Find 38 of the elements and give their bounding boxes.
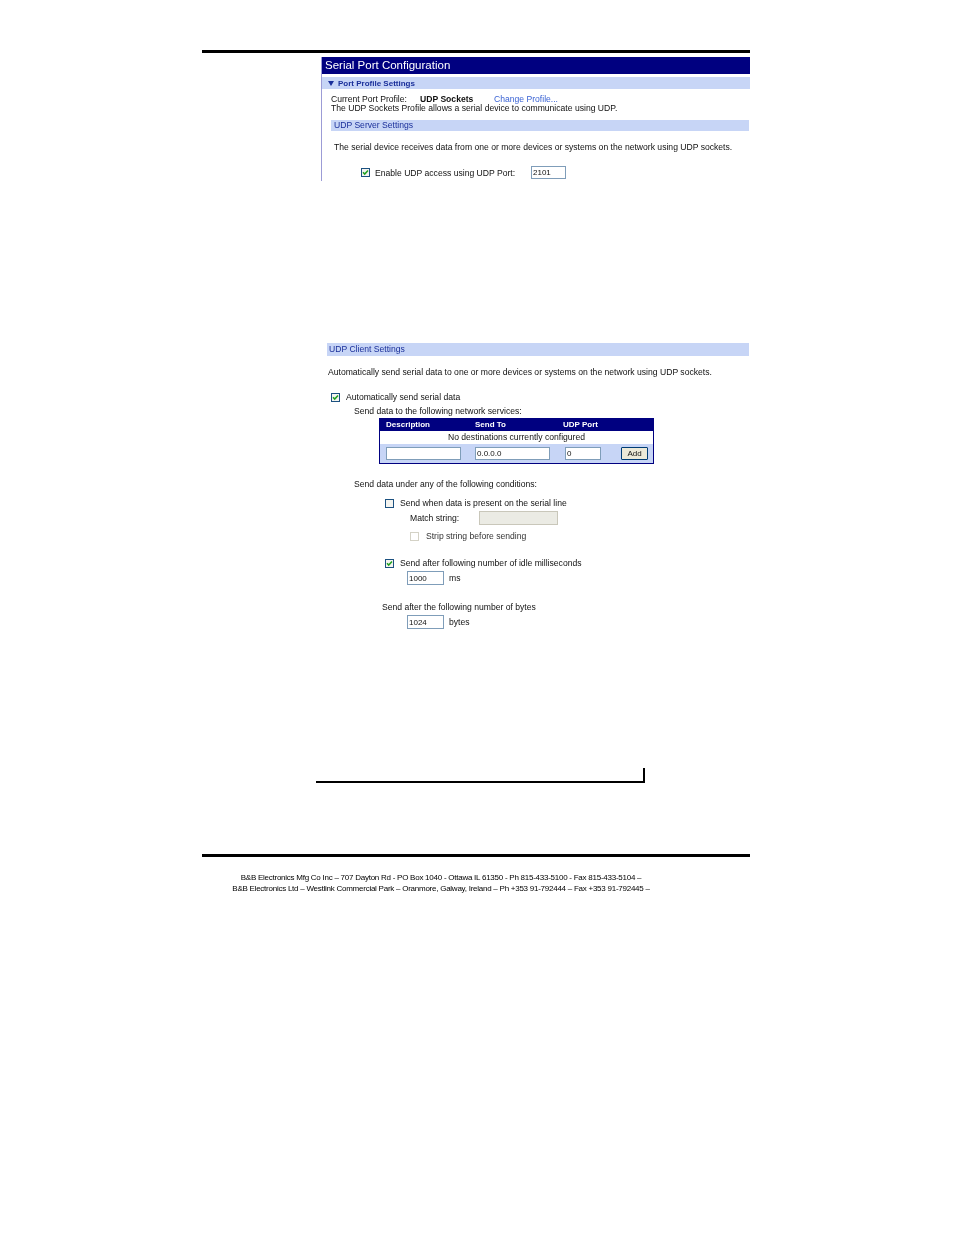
column-header: Description <box>385 419 431 431</box>
empty-table-message: No destinations currently configured <box>446 431 587 444</box>
profile-name: UDP Sockets <box>420 95 475 104</box>
checkbox-label: Automatically send serial data <box>346 392 461 402</box>
section-header: UDP Server Settings <box>331 120 749 131</box>
checkbox[interactable] <box>385 558 394 568</box>
checkbox-label: Strip string before sending <box>426 531 527 541</box>
field-label: Match string: <box>410 513 461 523</box>
section-header: UDP Client Settings <box>327 343 749 356</box>
footer-address: B&B Electronics Ltd – Westlink Commercial Park – Oranmore, Galway, Ireland – Ph +353 91-792444 – Fax +353 91-792445 – <box>231 883 651 894</box>
profile-description: The UDP Sockets Profile allows a serial device to communicate using UDP. <box>331 104 618 113</box>
unit-label: ms <box>449 573 461 583</box>
change-profile-link[interactable]: Change Profile... <box>494 95 558 104</box>
checkbox[interactable] <box>361 168 370 177</box>
footer-address: B&B Electronics Mfg Co Inc – 707 Dayton Rd - PO Box 1040 - Ottawa IL 61350 - Ph 815-433-5100 - Fax 815-433-5104 – <box>239 872 643 883</box>
panel-title: Serial Port Configuration <box>322 57 750 74</box>
section-description: Automatically send serial data to one or more devices or systems on the network using UDP sockets. <box>328 367 712 377</box>
field-label: Current Port Profile: <box>331 95 408 104</box>
udp-port-field[interactable]: 2101 <box>531 166 566 179</box>
condition-label: Send after the following number of bytes <box>382 602 536 612</box>
column-header: UDP Port <box>562 419 598 431</box>
checkbox-label: Send when data is present on the serial line <box>400 498 567 508</box>
udp-port-field[interactable]: 0 <box>565 447 601 460</box>
description-field[interactable] <box>386 447 461 460</box>
checkbox-label: Enable UDP access using UDP Port: <box>375 167 517 178</box>
number-field[interactable]: 1024 <box>407 615 444 629</box>
section-toggle[interactable]: Port Profile Settings <box>322 77 750 89</box>
send-to-field[interactable]: 0.0.0.0 <box>475 447 550 460</box>
section-description: The serial device receives data from one or more devices or systems on the network using UDP sockets. <box>334 142 733 152</box>
conditions-label: Send data under any of the following conditions: <box>354 479 537 489</box>
checkbox-label: Send after following number of idle milliseconds <box>400 558 582 568</box>
number-field[interactable]: 1000 <box>407 571 444 585</box>
checkbox[interactable] <box>331 392 340 402</box>
services-label: Send data to the following network services: <box>354 406 522 416</box>
checkbox[interactable] <box>385 498 394 508</box>
column-header: Send To <box>474 419 507 431</box>
unit-label: bytes <box>449 617 470 627</box>
add-button[interactable]: Add <box>621 447 648 460</box>
